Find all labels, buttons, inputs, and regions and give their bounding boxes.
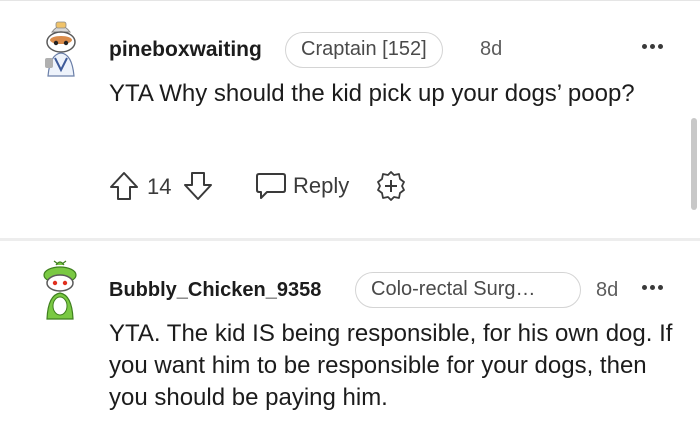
comment: pineboxwaiting Craptain [152] 8d YTA Why… xyxy=(0,0,700,238)
upvote-button[interactable] xyxy=(109,170,139,202)
arrow-up-icon xyxy=(110,172,138,200)
dot xyxy=(650,285,655,290)
snoo-avatar-icon xyxy=(45,21,76,77)
dot xyxy=(658,285,663,290)
scrollbar[interactable] xyxy=(691,118,697,210)
timestamp: 8d xyxy=(596,279,619,301)
username[interactable]: Bubbly_Chicken_9358 xyxy=(109,279,321,302)
more-options-button[interactable] xyxy=(640,36,666,56)
vote-score: 14 xyxy=(147,174,172,199)
comment-body: YTA. The kid IS being responsible, for h… xyxy=(109,320,673,411)
reply-label: Reply xyxy=(293,173,350,198)
user-flair: Colo-rectal Surg… xyxy=(355,272,581,308)
dot xyxy=(658,44,663,49)
comment: Bubbly_Chicken_9358 Colo-rectal Surg… 8d… xyxy=(0,241,700,436)
user-avatar[interactable] xyxy=(38,18,84,82)
user-avatar[interactable] xyxy=(36,259,82,323)
award-button[interactable] xyxy=(375,170,407,202)
award-plus-icon xyxy=(377,171,405,201)
speech-bubble-icon xyxy=(256,173,286,199)
dot xyxy=(642,285,647,290)
comment-body: YTA Why should the kid pick up your dogs… xyxy=(109,80,635,107)
dot xyxy=(650,44,655,49)
arrow-down-icon xyxy=(184,172,212,200)
username[interactable]: pineboxwaiting xyxy=(109,38,262,62)
downvote-button[interactable] xyxy=(183,170,213,202)
user-flair: Craptain [152] xyxy=(285,32,443,68)
snoo-avatar-icon xyxy=(43,260,77,320)
comment-actions: 14 Reply xyxy=(109,168,429,204)
dot xyxy=(642,44,647,49)
timestamp: 8d xyxy=(480,38,503,60)
more-options-button[interactable] xyxy=(640,277,666,297)
